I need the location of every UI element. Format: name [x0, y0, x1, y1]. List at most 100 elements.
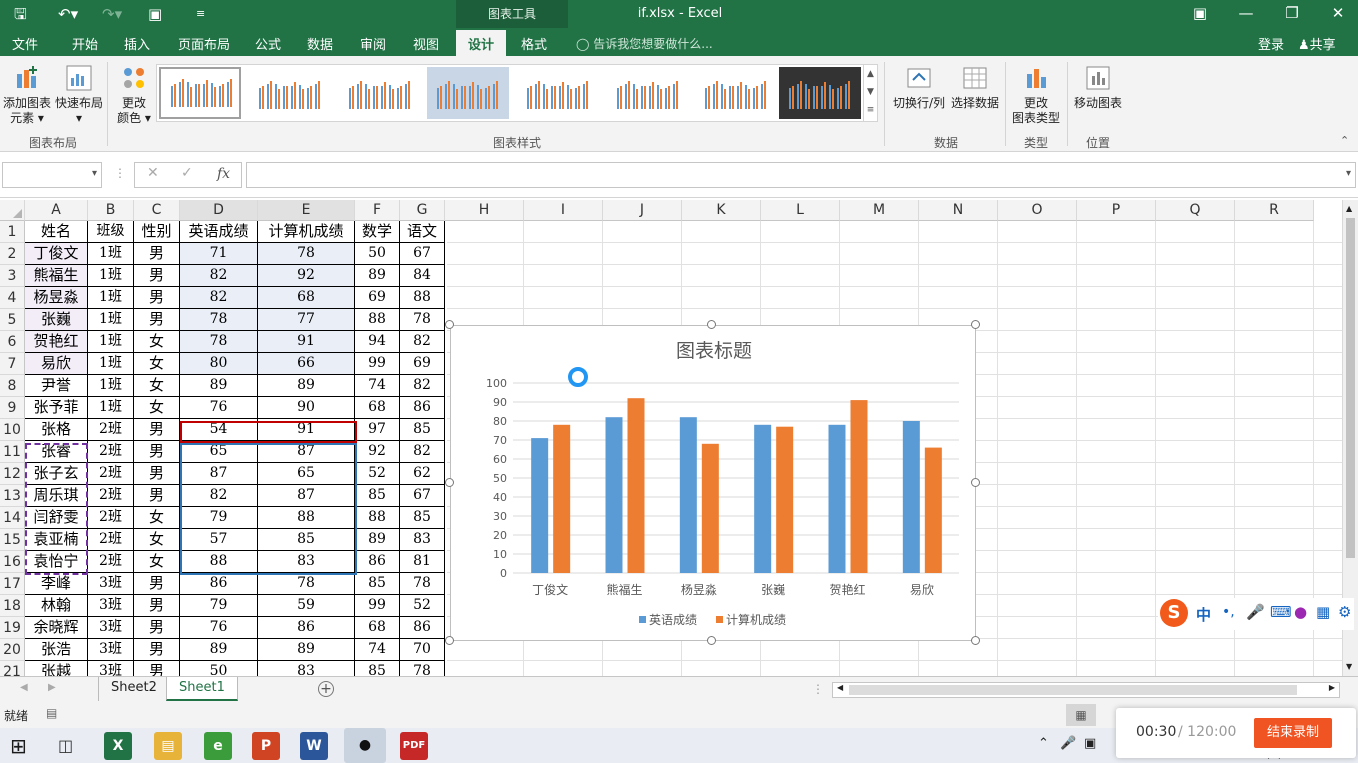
add-chart-element-button[interactable]: 添加图表 元素 ▾: [2, 64, 52, 126]
column-header-D[interactable]: D: [180, 200, 258, 221]
table-cell[interactable]: 张子玄: [25, 463, 88, 485]
table-cell[interactable]: 男: [134, 419, 180, 441]
chart-title[interactable]: 图表标题: [676, 340, 752, 362]
table-cell[interactable]: 59: [258, 595, 355, 617]
bar-english[interactable]: [679, 417, 697, 573]
column-header-O[interactable]: O: [998, 200, 1077, 221]
table-cell[interactable]: 3班: [88, 661, 134, 676]
column-header-Q[interactable]: Q: [1156, 200, 1235, 221]
table-cell[interactable]: 65: [180, 441, 258, 463]
table-cell[interactable]: 85: [355, 573, 400, 595]
tab-insert[interactable]: 插入: [124, 34, 150, 53]
legend-label[interactable]: 计算机成绩: [726, 612, 786, 627]
table-cell[interactable]: 1班: [88, 375, 134, 397]
column-header-G[interactable]: G: [400, 200, 445, 221]
row-header[interactable]: 20: [0, 639, 25, 661]
table-cell[interactable]: 83: [258, 551, 355, 573]
cancel-icon[interactable]: ✕: [147, 165, 159, 181]
table-cell[interactable]: 3班: [88, 639, 134, 661]
table-cell[interactable]: 男: [134, 287, 180, 309]
table-cell[interactable]: 97: [355, 419, 400, 441]
legend-label[interactable]: 英语成绩: [649, 613, 697, 627]
table-cell[interactable]: 66: [258, 353, 355, 375]
table-cell[interactable]: 男: [134, 243, 180, 265]
tab-design[interactable]: 设计: [456, 30, 507, 56]
table-header-cell[interactable]: 英语成绩: [180, 221, 258, 243]
tab-view[interactable]: 视图: [413, 34, 439, 53]
table-cell[interactable]: 91: [258, 331, 355, 353]
scroll-right-icon[interactable]: ▶: [1329, 683, 1335, 692]
sign-in-link[interactable]: 登录: [1258, 34, 1284, 53]
table-cell[interactable]: 89: [180, 375, 258, 397]
table-cell[interactable]: 85: [400, 419, 445, 441]
resize-handle[interactable]: [971, 478, 980, 487]
table-cell[interactable]: 82: [180, 265, 258, 287]
table-header-cell[interactable]: 性别: [134, 221, 180, 243]
tab-page-layout[interactable]: 页面布局: [178, 34, 230, 53]
table-header-cell[interactable]: 语文: [400, 221, 445, 243]
tab-format[interactable]: 格式: [521, 34, 547, 53]
table-cell[interactable]: 92: [258, 265, 355, 287]
table-cell[interactable]: 丁俊文: [25, 243, 88, 265]
table-cell[interactable]: 78: [400, 309, 445, 331]
name-box-dropdown-icon[interactable]: ▾: [92, 168, 97, 179]
row-header[interactable]: 7: [0, 353, 25, 375]
sheet-tab-sheet2[interactable]: Sheet2: [98, 677, 169, 701]
chart-style-1[interactable]: [159, 67, 241, 119]
bar-computer[interactable]: [627, 398, 645, 573]
table-header-cell[interactable]: 数学: [355, 221, 400, 243]
table-cell[interactable]: 男: [134, 485, 180, 507]
table-cell[interactable]: 68: [258, 287, 355, 309]
bar-computer[interactable]: [776, 426, 794, 573]
ime-toolbar[interactable]: S 中 •, 🎤 ⌨ ● ▦ ⚙: [1158, 598, 1354, 630]
table-cell[interactable]: 女: [134, 507, 180, 529]
table-cell[interactable]: 89: [258, 639, 355, 661]
table-cell[interactable]: 闫舒雯: [25, 507, 88, 529]
column-header-H[interactable]: H: [445, 200, 524, 221]
tab-review[interactable]: 审阅: [360, 34, 386, 53]
chart-style-3[interactable]: [339, 67, 421, 119]
microphone-icon[interactable]: 🎤: [1246, 603, 1265, 621]
table-cell[interactable]: 89: [180, 639, 258, 661]
table-cell[interactable]: 68: [355, 617, 400, 639]
select-data-button[interactable]: 选择数据: [948, 64, 1002, 111]
resize-handle[interactable]: [971, 636, 980, 645]
table-cell[interactable]: 张予菲: [25, 397, 88, 419]
resize-handle[interactable]: [445, 636, 454, 645]
table-cell[interactable]: 2班: [88, 463, 134, 485]
table-cell[interactable]: 尹誉: [25, 375, 88, 397]
resize-handle[interactable]: [971, 320, 980, 329]
insert-function-icon[interactable]: fx: [217, 166, 230, 182]
table-cell[interactable]: 82: [400, 441, 445, 463]
table-cell[interactable]: 林翰: [25, 595, 88, 617]
save-icon[interactable]: 🖫: [14, 4, 27, 24]
table-cell[interactable]: 2班: [88, 419, 134, 441]
table-cell[interactable]: 女: [134, 375, 180, 397]
restore-icon[interactable]: ❐: [1277, 4, 1307, 22]
table-cell[interactable]: 86: [355, 551, 400, 573]
switch-row-column-button[interactable]: 切换行/列: [890, 64, 948, 111]
ribbon-display-options-icon[interactable]: ▣: [1185, 4, 1215, 22]
undo-icon[interactable]: ↶▾: [58, 4, 78, 24]
resize-handle[interactable]: [445, 478, 454, 487]
screenshot-icon[interactable]: ▣: [148, 4, 162, 24]
change-colors-button[interactable]: 更改 颜色 ▾: [112, 64, 156, 126]
chart-style-2[interactable]: [249, 67, 331, 119]
tab-file[interactable]: 文件: [12, 34, 38, 53]
row-header[interactable]: 6: [0, 331, 25, 353]
pdf-app-icon[interactable]: PDF: [400, 732, 428, 760]
table-cell[interactable]: 90: [258, 397, 355, 419]
table-cell[interactable]: 女: [134, 331, 180, 353]
column-header-L[interactable]: L: [761, 200, 840, 221]
vertical-scroll-thumb[interactable]: [1346, 218, 1355, 558]
skin-icon[interactable]: ●: [1294, 603, 1307, 621]
column-header-B[interactable]: B: [88, 200, 134, 221]
table-cell[interactable]: 张巍: [25, 309, 88, 331]
table-cell[interactable]: 85: [355, 661, 400, 676]
table-cell[interactable]: 女: [134, 353, 180, 375]
chart-object[interactable]: 图表标题 0 10 20 30 40 50 60 70 80 90 100 丁俊文 熊福生 杨昱淼 张巍 贺艳…: [450, 325, 976, 641]
quick-layout-button[interactable]: 快速布局 ▾: [54, 64, 104, 126]
row-header[interactable]: 8: [0, 375, 25, 397]
table-cell[interactable]: 52: [400, 595, 445, 617]
table-cell[interactable]: 女: [134, 551, 180, 573]
